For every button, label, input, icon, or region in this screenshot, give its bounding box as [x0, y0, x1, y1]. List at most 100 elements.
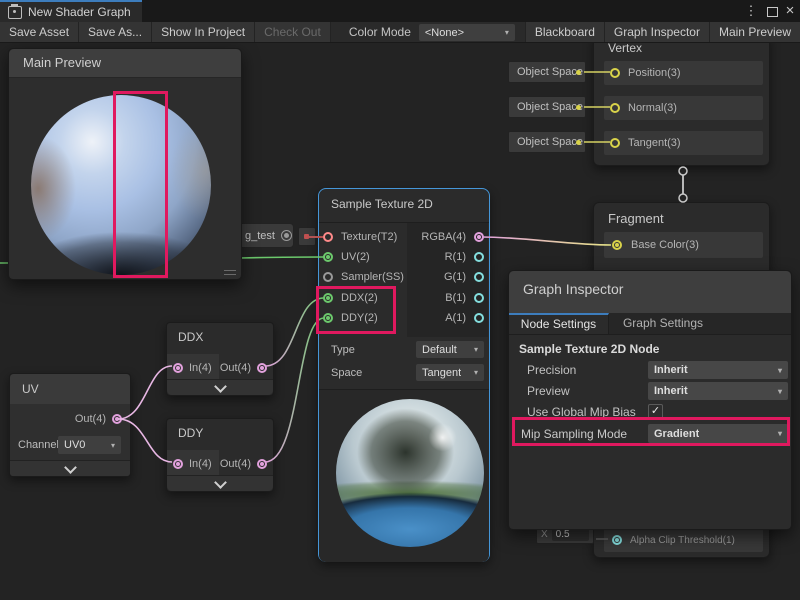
main-preview-panel[interactable]: Main Preview — [8, 48, 242, 280]
g-port-icon[interactable] — [474, 272, 484, 282]
ddx-out-port[interactable]: Out(4) — [220, 354, 267, 381]
tab-graph-settings[interactable]: Graph Settings — [610, 313, 716, 334]
a-port-icon[interactable] — [474, 313, 484, 323]
object-space-output-icon[interactable] — [576, 105, 581, 110]
ddx-collapse-button[interactable] — [167, 379, 273, 395]
sample-port-a[interactable]: A(1) — [445, 312, 484, 324]
color-mode-dropdown[interactable]: <None> ▾ — [419, 24, 515, 41]
check-icon: ✓ — [651, 405, 660, 417]
window-maximize-button[interactable] — [767, 7, 778, 17]
alpha-clip-port-icon[interactable] — [612, 535, 622, 545]
out-port-icon[interactable] — [112, 414, 122, 424]
precision-value: Inherit — [654, 364, 688, 376]
ddx-node[interactable]: DDX In(4) Out(4) — [166, 322, 274, 396]
tab-node-settings[interactable]: Node Settings — [509, 313, 609, 334]
type-value: Default — [422, 344, 457, 356]
precision-dropdown[interactable]: Inherit ▾ — [648, 361, 788, 379]
property-output-stub[interactable] — [298, 227, 316, 246]
sample-port-sampler[interactable]: Sampler(SS) — [323, 271, 404, 283]
show-in-project-button[interactable]: Show In Project — [152, 22, 255, 42]
sample-port-ddx[interactable]: DDX(2) — [323, 292, 378, 304]
mip-bias-label: Use Global Mip Bias — [527, 405, 636, 419]
sample-port-g[interactable]: G(1) — [444, 271, 484, 283]
rgba-port-label: RGBA(4) — [421, 231, 466, 243]
r-port-icon[interactable] — [474, 252, 484, 262]
space-value: Tangent — [422, 367, 461, 379]
texture-port-icon[interactable] — [323, 232, 333, 242]
uv-node[interactable]: UV Out(4) Channel UV0 ▾ — [9, 373, 131, 477]
space-dropdown[interactable]: Tangent ▾ — [416, 364, 484, 381]
tangent-port-icon[interactable] — [610, 138, 620, 148]
sample-port-b[interactable]: B(1) — [445, 292, 484, 304]
mip-bias-checkbox[interactable]: ✓ — [648, 404, 663, 419]
ddy-out-port[interactable]: Out(4) — [220, 450, 267, 477]
normal-port-icon[interactable] — [610, 103, 620, 113]
fragment-port-base-color[interactable]: Base Color(3) — [604, 232, 763, 258]
ddx-port-label: DDX(2) — [341, 292, 378, 304]
mip-mode-value: Gradient — [654, 428, 699, 440]
sample-port-uv[interactable]: UV(2) — [323, 251, 370, 263]
vertex-port-tangent[interactable]: Tangent(3) — [604, 131, 763, 155]
object-space-chip-position[interactable]: Object Space — [508, 61, 586, 83]
save-asset-button[interactable]: Save Asset — [0, 22, 79, 42]
preview-dropdown[interactable]: Inherit ▾ — [648, 382, 788, 400]
tangent-port-label: Tangent(3) — [628, 137, 681, 149]
sample-port-rgba[interactable]: RGBA(4) — [421, 231, 484, 243]
object-space-chip-tangent[interactable]: Object Space — [508, 131, 586, 153]
sample-node-preview-area — [319, 389, 489, 562]
main-preview-title: Main Preview — [9, 49, 241, 78]
graph-inspector-toggle-button[interactable]: Graph Inspector — [605, 22, 710, 42]
type-dropdown[interactable]: Default ▾ — [416, 341, 484, 358]
float-axis-label: X — [541, 529, 548, 540]
stack-connector-top — [679, 167, 687, 175]
sample-texture-2d-node[interactable]: Sample Texture 2D Texture(T2) UV(2) Samp… — [318, 188, 490, 562]
sample-port-ddy[interactable]: DDY(2) — [323, 312, 378, 324]
object-space-output-icon[interactable] — [576, 140, 581, 145]
rgba-port-icon[interactable] — [474, 232, 484, 242]
window-close-button[interactable]: × — [783, 0, 797, 22]
uv-port-icon[interactable] — [323, 252, 333, 262]
sample-port-r[interactable]: R(1) — [445, 251, 484, 263]
normal-port-label: Normal(3) — [628, 102, 677, 114]
b-port-icon[interactable] — [474, 293, 484, 303]
window-menu-button[interactable]: ⋮ — [744, 0, 758, 22]
in-port-icon[interactable] — [173, 363, 183, 373]
document-tab[interactable]: New Shader Graph — [0, 0, 142, 22]
object-space-chip-normal[interactable]: Object Space — [508, 96, 586, 118]
ddx-in-port[interactable]: In(4) — [167, 354, 219, 381]
position-port-icon[interactable] — [610, 68, 620, 78]
in-port-icon[interactable] — [173, 459, 183, 469]
resize-grip[interactable] — [224, 270, 236, 275]
out-port-icon[interactable] — [257, 459, 267, 469]
ddx-port-icon[interactable] — [323, 293, 333, 303]
save-as-button[interactable]: Save As... — [79, 22, 152, 42]
base-color-port-icon[interactable] — [612, 240, 622, 250]
graph-inspector-panel[interactable]: Graph Inspector Node Settings Graph Sett… — [508, 270, 792, 530]
channel-dropdown[interactable]: UV0 ▾ — [58, 436, 121, 454]
main-preview-toggle-button[interactable]: Main Preview — [710, 22, 800, 42]
vertex-port-position[interactable]: Position(3) — [604, 61, 763, 85]
vertex-port-normal[interactable]: Normal(3) — [604, 96, 763, 120]
ddy-port-label: DDY(2) — [341, 312, 378, 324]
out-port-icon[interactable] — [257, 363, 267, 373]
ddy-collapse-button[interactable] — [167, 475, 273, 491]
inspector-tabstrip: Node Settings Graph Settings — [509, 313, 791, 335]
out-port-label: Out(4) — [220, 362, 251, 374]
wire-rgba-to-basecolor[interactable] — [482, 237, 611, 245]
uv-out-port[interactable]: Out(4) — [75, 406, 122, 432]
ddy-port-icon[interactable] — [323, 313, 333, 323]
blackboard-toggle-button[interactable]: Blackboard — [525, 22, 605, 42]
sample-port-texture[interactable]: Texture(T2) — [323, 231, 397, 243]
window-titlebar: New Shader Graph ⋮ × — [0, 0, 800, 22]
vertex-node[interactable]: Vertex Position(3) Normal(3) Tangent(3) — [593, 34, 770, 166]
object-space-label: Object Space — [517, 136, 583, 148]
ddy-in-port[interactable]: In(4) — [167, 450, 219, 477]
sampler-port-icon[interactable] — [323, 272, 333, 282]
object-space-output-icon[interactable] — [576, 70, 581, 75]
inspector-heading: Sample Texture 2D Node — [519, 342, 659, 356]
mip-mode-dropdown[interactable]: Gradient ▾ — [648, 424, 788, 443]
fragment-port-alpha-clip[interactable]: Alpha Clip Threshold(1) — [604, 528, 763, 552]
uv-collapse-button[interactable] — [10, 460, 130, 476]
property-output-port-icon[interactable] — [304, 234, 309, 239]
ddy-node[interactable]: DDY In(4) Out(4) — [166, 418, 274, 492]
